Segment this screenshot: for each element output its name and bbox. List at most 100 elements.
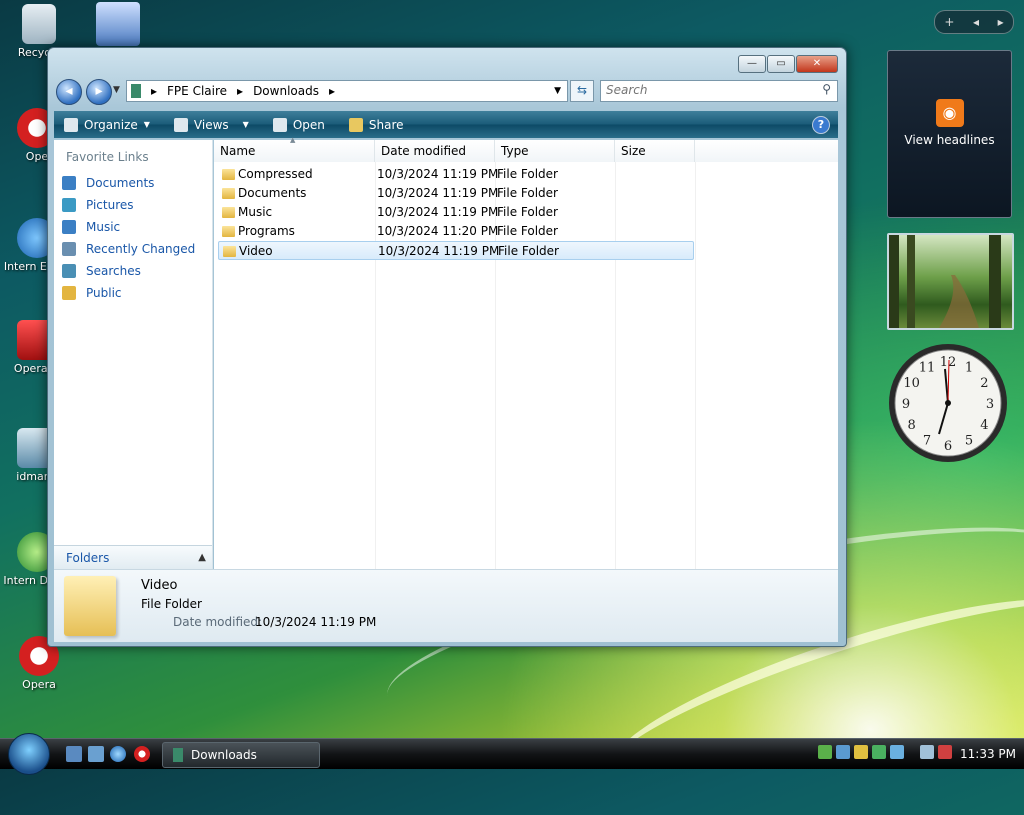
- switch-windows-icon[interactable]: [88, 746, 104, 762]
- file-date: 10/3/2024 11:19 PM: [377, 167, 499, 181]
- public-icon: [62, 286, 76, 300]
- file-type: File Folder: [497, 167, 558, 181]
- clock-number: 6: [944, 439, 952, 454]
- folder-icon: [64, 576, 116, 636]
- breadcrumb-fpe-claire[interactable]: FPE Claire: [167, 84, 227, 98]
- pictures-icon: [62, 198, 76, 212]
- start-button[interactable]: [8, 733, 50, 775]
- folder-icon: [222, 207, 235, 218]
- internet-explorer-icon[interactable]: [110, 746, 126, 762]
- taskbar-button-downloads[interactable]: Downloads: [162, 742, 320, 768]
- tray-download-icon[interactable]: [872, 745, 886, 759]
- tray-app-icon[interactable]: [836, 745, 850, 759]
- notification-area: [818, 745, 952, 759]
- folder-icon: [131, 84, 141, 98]
- clock-number: 8: [907, 418, 915, 433]
- column-header-type[interactable]: Type: [495, 140, 615, 162]
- tray-network-icon[interactable]: [818, 745, 832, 759]
- feed-headlines-gadget[interactable]: ◉ View headlines: [887, 50, 1012, 218]
- recently-changed-icon: [62, 242, 76, 256]
- folders-toggle[interactable]: Folders ▲: [54, 545, 212, 569]
- column-header-date-modified[interactable]: Date modified: [375, 140, 495, 162]
- tray-monitor-icon[interactable]: [920, 745, 934, 759]
- favorite-link-searches[interactable]: Searches: [62, 260, 212, 282]
- file-name: Compressed: [238, 167, 313, 181]
- clock-number: 11: [919, 361, 936, 376]
- back-button[interactable]: ◂: [56, 79, 82, 105]
- show-desktop-icon[interactable]: [66, 746, 82, 762]
- command-toolbar: Organize ▼ Views ▼ Open Share ?: [54, 111, 838, 138]
- favorite-link-recently-changed[interactable]: Recently Changed: [62, 238, 212, 260]
- tray-security-icon[interactable]: [854, 745, 868, 759]
- minimize-button[interactable]: —: [738, 55, 766, 73]
- file-type: File Folder: [497, 224, 558, 238]
- clock-number: 10: [903, 376, 920, 391]
- table-row[interactable]: Video 10/3/2024 11:19 PM File Folder: [218, 241, 694, 260]
- caption-buttons: — ▭ ✕: [738, 55, 838, 73]
- clock-gadget[interactable]: 12 1 2 3 4 5 6 7 8 9 10 11: [887, 342, 1009, 464]
- refresh-button[interactable]: ⇆: [570, 80, 594, 102]
- tray-volume-muted-icon[interactable]: [938, 745, 952, 759]
- views-icon: [173, 117, 188, 132]
- search-icon[interactable]: ⚲: [822, 82, 831, 96]
- file-type: File Folder: [498, 244, 559, 258]
- open-button[interactable]: Open: [272, 117, 325, 132]
- favorite-link-public[interactable]: Public: [62, 282, 212, 304]
- favorite-link-label: Recently Changed: [86, 242, 196, 256]
- music-icon: [62, 220, 76, 234]
- table-row[interactable]: Music 10/3/2024 11:19 PM File Folder: [218, 203, 694, 222]
- details-pane: Video File Folder Date modified: 10/3/20…: [54, 569, 838, 642]
- close-button[interactable]: ✕: [796, 55, 838, 73]
- organize-icon: [64, 117, 78, 132]
- favorite-link-label: Music: [86, 220, 121, 234]
- breadcrumb-downloads[interactable]: Downloads: [253, 84, 319, 98]
- open-icon: [272, 117, 287, 132]
- column-header-size[interactable]: Size: [615, 140, 695, 162]
- sidebar-prev-button[interactable]: ◂: [973, 15, 979, 29]
- taskbar-clock[interactable]: 11:33 PM: [960, 747, 1016, 761]
- breadcrumb-separator-icon: ▸: [237, 84, 244, 98]
- forward-button[interactable]: ▸: [86, 79, 112, 105]
- opera-icon[interactable]: [134, 746, 150, 762]
- favorite-link-pictures[interactable]: Pictures: [62, 194, 212, 216]
- slideshow-gadget[interactable]: [887, 233, 1014, 330]
- file-type: File Folder: [497, 205, 558, 219]
- search-input[interactable]: [601, 81, 806, 99]
- views-button[interactable]: Views ▼: [173, 117, 249, 132]
- search-box[interactable]: ⚲: [600, 80, 838, 102]
- tray-update-icon[interactable]: [890, 745, 904, 759]
- recent-pages-chevron-icon[interactable]: ▼: [113, 85, 120, 95]
- details-date-value: 10/3/2024 11:19 PM: [255, 615, 377, 629]
- clock-number: 7: [923, 433, 931, 448]
- maximize-button[interactable]: ▭: [767, 55, 795, 73]
- share-button[interactable]: Share: [348, 117, 404, 132]
- details-type: File Folder: [141, 597, 202, 611]
- details-name: Video: [141, 578, 178, 593]
- rss-icon: ◉: [935, 99, 964, 127]
- file-date: 10/3/2024 11:19 PM: [378, 244, 500, 258]
- organize-button[interactable]: Organize ▼: [64, 117, 150, 132]
- desktop-shortcut-icon[interactable]: [96, 2, 140, 46]
- address-bar[interactable]: ▸ FPE Claire ▸ Downloads ▸ ▼: [126, 80, 568, 102]
- searches-icon: [62, 264, 76, 278]
- sidebar-next-button[interactable]: ▸: [998, 15, 1004, 29]
- clock-number: 3: [986, 397, 994, 412]
- file-date: 10/3/2024 11:20 PM: [377, 224, 499, 238]
- desktop-icon-label: Ope: [25, 150, 49, 163]
- help-icon[interactable]: ?: [812, 116, 830, 134]
- favorite-link-music[interactable]: Music: [62, 216, 212, 238]
- favorite-link-documents[interactable]: Documents: [62, 172, 212, 194]
- column-header-filler: [695, 140, 838, 162]
- add-gadget-button[interactable]: +: [944, 15, 954, 29]
- clock-number: 5: [965, 433, 973, 448]
- table-row[interactable]: Programs 10/3/2024 11:20 PM File Folder: [218, 222, 694, 241]
- table-row[interactable]: Compressed 10/3/2024 11:19 PM File Folder: [218, 165, 694, 184]
- file-list[interactable]: Name ▲ Date modified Type Size Compresse…: [214, 136, 838, 569]
- table-row[interactable]: Documents 10/3/2024 11:19 PM File Folder: [218, 184, 694, 203]
- file-name: Documents: [238, 186, 307, 200]
- explorer-window[interactable]: — ▭ ✕ ◂ ▸ ▼ ▸ FPE Claire ▸ Downloads ▸ ▼…: [47, 47, 847, 647]
- file-name: Music: [238, 205, 273, 219]
- address-dropdown-icon[interactable]: ▼: [554, 86, 561, 96]
- taskbar: Downloads 11:33 PM: [0, 733, 1024, 775]
- details-date-label: Date modified:: [173, 615, 263, 629]
